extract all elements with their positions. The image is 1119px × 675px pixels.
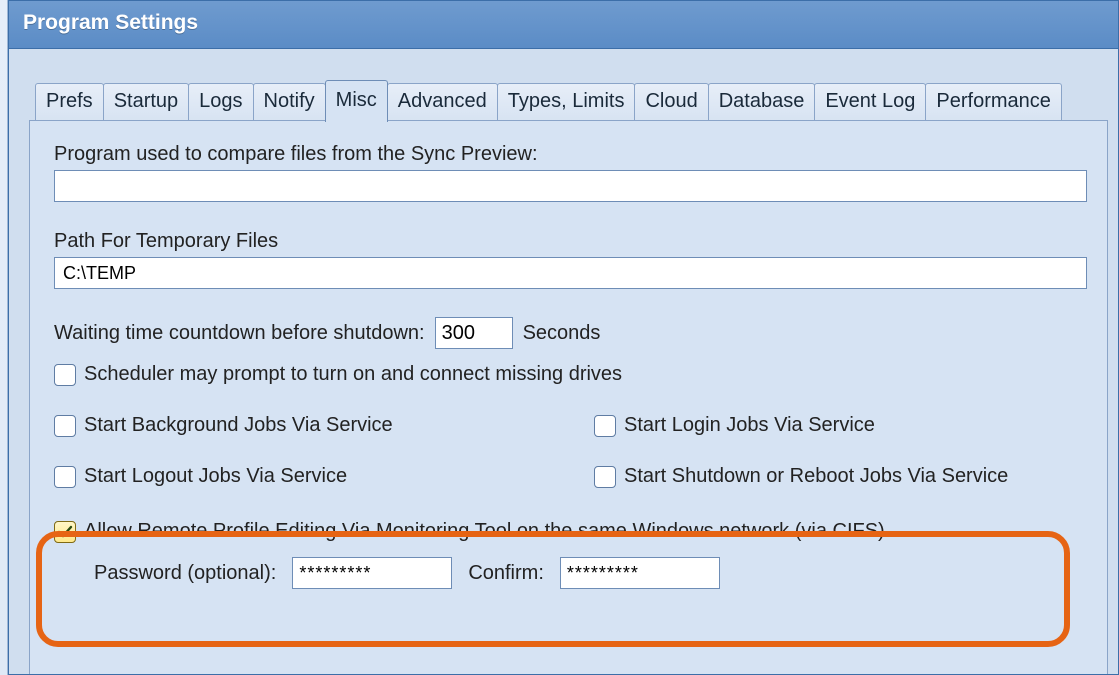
tab-startup[interactable]: Startup: [103, 83, 189, 121]
annotation-highlight-box: [36, 531, 1070, 647]
tab-logs[interactable]: Logs: [188, 83, 253, 121]
waiting-label-after: Seconds: [523, 322, 601, 345]
tab-page-misc: Program used to compare files from the S…: [29, 120, 1108, 675]
password-row: Password (optional): Confirm:: [94, 557, 1087, 589]
tab-prefs[interactable]: Prefs: [35, 83, 104, 121]
tab-advanced[interactable]: Advanced: [387, 83, 498, 121]
check-icon: [57, 524, 73, 540]
compare-program-input[interactable]: [54, 170, 1087, 202]
scheduler-prompt-row[interactable]: Scheduler may prompt to turn on and conn…: [54, 363, 1087, 386]
temp-path-input[interactable]: [54, 257, 1087, 289]
start-logout-jobs-label: Start Logout Jobs Via Service: [84, 465, 347, 488]
allow-remote-checkbox[interactable]: [54, 521, 76, 543]
start-shutdown-jobs-row[interactable]: Start Shutdown or Reboot Jobs Via Servic…: [594, 465, 1087, 488]
allow-remote-row[interactable]: Allow Remote Profile Editing Via Monitor…: [54, 520, 1087, 543]
start-login-jobs-checkbox[interactable]: [594, 415, 616, 437]
tab-cloud[interactable]: Cloud: [634, 83, 708, 121]
confirm-input[interactable]: [560, 557, 720, 589]
tab-event-log[interactable]: Event Log: [814, 83, 926, 121]
tab-notify[interactable]: Notify: [253, 83, 326, 121]
confirm-label: Confirm:: [468, 562, 544, 585]
start-shutdown-jobs-checkbox[interactable]: [594, 466, 616, 488]
start-shutdown-jobs-label: Start Shutdown or Reboot Jobs Via Servic…: [624, 465, 1008, 488]
client-area: Prefs Startup Logs Notify Misc Advanced …: [9, 49, 1118, 675]
start-logout-jobs-checkbox[interactable]: [54, 466, 76, 488]
password-label: Password (optional):: [94, 562, 276, 585]
window-title: Program Settings: [23, 11, 198, 34]
window-titlebar: Program Settings: [9, 1, 1118, 49]
scheduler-prompt-checkbox[interactable]: [54, 364, 76, 386]
tab-misc[interactable]: Misc: [325, 80, 388, 122]
tab-performance[interactable]: Performance: [925, 83, 1062, 121]
tab-types-limits[interactable]: Types, Limits: [497, 83, 636, 121]
allow-remote-label: Allow Remote Profile Editing Via Monitor…: [84, 520, 885, 543]
waiting-label-before: Waiting time countdown before shutdown:: [54, 322, 425, 345]
start-bg-jobs-label: Start Background Jobs Via Service: [84, 414, 393, 437]
waiting-row: Waiting time countdown before shutdown: …: [54, 317, 1087, 349]
start-logout-jobs-row[interactable]: Start Logout Jobs Via Service: [54, 465, 584, 488]
start-bg-jobs-row[interactable]: Start Background Jobs Via Service: [54, 414, 584, 437]
temp-path-label: Path For Temporary Files: [54, 230, 1087, 253]
start-bg-jobs-checkbox[interactable]: [54, 415, 76, 437]
password-input[interactable]: [292, 557, 452, 589]
compare-program-label: Program used to compare files from the S…: [54, 143, 1087, 166]
tab-strip: Prefs Startup Logs Notify Misc Advanced …: [35, 79, 1108, 121]
waiting-seconds-input[interactable]: [435, 317, 513, 349]
scheduler-prompt-label: Scheduler may prompt to turn on and conn…: [84, 363, 622, 386]
compare-program-block: Program used to compare files from the S…: [54, 143, 1087, 202]
start-login-jobs-label: Start Login Jobs Via Service: [624, 414, 875, 437]
settings-window: Program Settings Prefs Startup Logs Noti…: [8, 0, 1119, 675]
tab-database[interactable]: Database: [708, 83, 816, 121]
start-login-jobs-row[interactable]: Start Login Jobs Via Service: [594, 414, 1087, 437]
temp-path-block: Path For Temporary Files: [54, 230, 1087, 289]
